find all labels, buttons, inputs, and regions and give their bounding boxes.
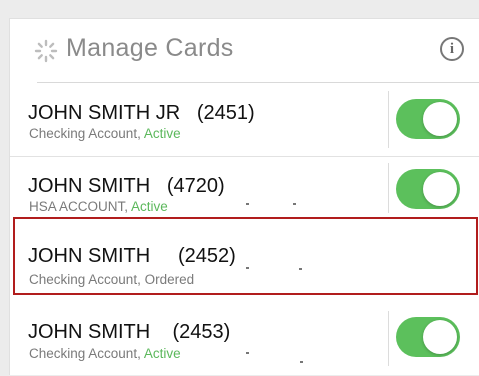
decorative-mark [246, 203, 249, 205]
toggle-knob [423, 320, 457, 354]
card-status: Active [131, 199, 168, 214]
row-separator [388, 311, 389, 366]
card-name: JOHN SMITH (2453) [28, 321, 231, 343]
toggle-knob [423, 102, 457, 136]
panel-header: Manage Cards i [10, 19, 479, 83]
decorative-mark [293, 203, 296, 205]
card-subtitle: Checking Account, Active [29, 346, 181, 361]
card-row-2453[interactable]: JOHN SMITH (2453) Checking Account, Acti… [10, 301, 479, 376]
card-name: JOHN SMITH (4720) [28, 175, 225, 197]
card-enable-toggle[interactable] [396, 99, 460, 139]
card-status: Active [143, 346, 181, 361]
account-type: Checking Account, [29, 126, 141, 141]
card-enable-toggle[interactable] [396, 317, 460, 357]
decorative-mark [300, 361, 303, 363]
card-subtitle: Checking Account, Active [29, 126, 181, 141]
selected-card-highlight [13, 217, 478, 295]
loading-spinner-icon [34, 39, 58, 63]
card-subtitle: HSA ACCOUNT, Active [29, 199, 168, 214]
account-type: HSA ACCOUNT, [29, 199, 129, 214]
decorative-mark [246, 352, 249, 354]
card-row-4720[interactable]: JOHN SMITH (4720) HSA ACCOUNT, Active [10, 157, 479, 217]
manage-cards-panel: Manage Cards i JOHN SMITH JR (2451) Chec… [9, 18, 479, 375]
card-row-2451[interactable]: JOHN SMITH JR (2451) Checking Account, A… [10, 83, 479, 156]
row-separator [388, 91, 389, 148]
info-icon[interactable]: i [440, 37, 464, 61]
card-enable-toggle[interactable] [396, 169, 460, 209]
account-type: Checking Account, [29, 346, 141, 361]
row-separator [388, 163, 389, 213]
info-glyph: i [449, 40, 455, 57]
page-title: Manage Cards [66, 34, 234, 62]
toggle-knob [423, 172, 457, 206]
card-status: Active [143, 126, 181, 141]
card-name: JOHN SMITH JR (2451) [28, 102, 255, 124]
